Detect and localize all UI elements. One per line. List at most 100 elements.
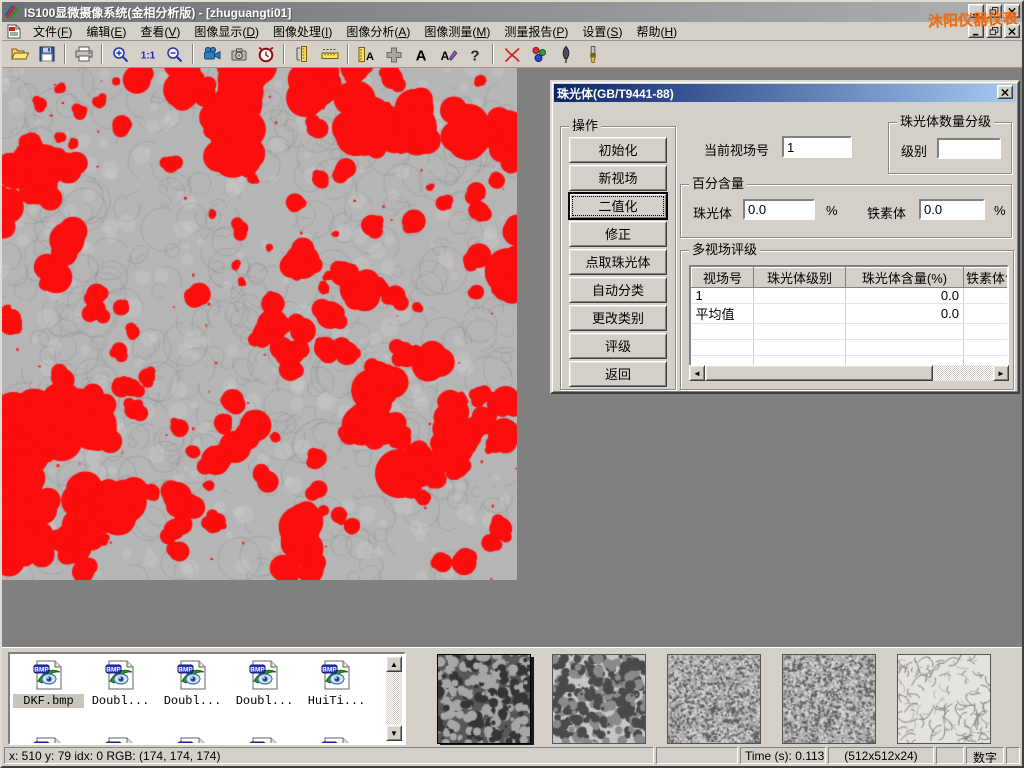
op-button-3[interactable]: 二值化 bbox=[569, 193, 667, 219]
file-item-2[interactable]: BMPDoubl... bbox=[85, 659, 156, 733]
svg-text:BMP: BMP bbox=[250, 667, 265, 674]
op-button-4[interactable]: 修正 bbox=[569, 221, 667, 247]
binarize-curve-icon[interactable] bbox=[499, 43, 524, 66]
op-button-2[interactable]: 新视场 bbox=[569, 165, 667, 191]
measure-text-icon[interactable]: A bbox=[354, 43, 379, 66]
open-icon[interactable] bbox=[7, 43, 32, 66]
grid-icon[interactable] bbox=[381, 43, 406, 66]
multi-field-table[interactable]: 视场号珠光体级别珠光体含量(%)铁素体含量(%)10.0平均值0.0 bbox=[689, 265, 1009, 368]
menu-item-2[interactable]: 编辑(E) bbox=[79, 22, 133, 41]
cursor-info: x: 510 y: 79 idx: 0 RGB: (174, 174, 174) bbox=[4, 747, 654, 764]
menu-item-9[interactable]: 设置(S) bbox=[575, 22, 629, 41]
table-cell: 平均值 bbox=[692, 304, 754, 324]
menu-item-10[interactable]: 帮助(H) bbox=[629, 22, 684, 41]
scroll-up-icon[interactable]: ▲ bbox=[386, 656, 402, 672]
ferrite-label: 铁素体 bbox=[867, 203, 906, 222]
mdi-minimize-button[interactable] bbox=[968, 24, 984, 38]
table-row[interactable]: 10.0 bbox=[692, 288, 1010, 304]
thumbnail-3[interactable] bbox=[667, 654, 761, 744]
file-vscrollbar[interactable]: ▲ ▼ bbox=[386, 656, 402, 741]
print-icon[interactable] bbox=[71, 43, 96, 66]
file-item-partial[interactable]: BMP bbox=[229, 736, 300, 745]
table-row[interactable]: 平均值0.0 bbox=[692, 304, 1010, 324]
toolbar-separator bbox=[64, 44, 66, 64]
close-button[interactable] bbox=[1004, 4, 1020, 18]
camera-icon[interactable] bbox=[226, 43, 251, 66]
thumbnail-2[interactable] bbox=[552, 654, 646, 744]
col-header-2[interactable]: 珠光体级别 bbox=[754, 268, 846, 288]
file-item-partial[interactable]: BMP bbox=[157, 736, 228, 745]
mdi-restore-button[interactable] bbox=[986, 24, 1002, 38]
restore-button[interactable] bbox=[986, 4, 1002, 18]
file-item-partial[interactable]: BMP bbox=[301, 736, 372, 745]
file-item-3[interactable]: BMPDoubl... bbox=[157, 659, 228, 733]
pearlite-dialog: 珠光体(GB/T9441-88) 操作 初始化新视场二值化修正点取珠光体自动分类… bbox=[550, 80, 1020, 394]
thumbnail-5[interactable] bbox=[897, 654, 991, 744]
brush-icon[interactable] bbox=[580, 43, 605, 66]
thumbnail-1[interactable] bbox=[437, 654, 531, 744]
op-button-6[interactable]: 自动分类 bbox=[569, 277, 667, 303]
thumbnail-4[interactable] bbox=[782, 654, 876, 744]
col-header-1[interactable]: 视场号 bbox=[692, 268, 754, 288]
col-header-4[interactable]: 铁素体含量(%) bbox=[964, 268, 1010, 288]
scroll-left-icon[interactable]: ◄ bbox=[689, 365, 705, 381]
menu-item-4[interactable]: 图像显示(D) bbox=[187, 22, 266, 41]
pearlite-percent-input[interactable] bbox=[743, 199, 815, 220]
table-cell bbox=[692, 324, 754, 340]
dialog-title-bar[interactable]: 珠光体(GB/T9441-88) bbox=[554, 84, 1016, 102]
metallograph-image[interactable] bbox=[2, 68, 517, 580]
op-button-5[interactable]: 点取珠光体 bbox=[569, 249, 667, 275]
zoom-out-icon[interactable] bbox=[162, 43, 187, 66]
menu-item-1[interactable]: 文件(F) bbox=[26, 22, 79, 41]
file-item-partial[interactable]: BMP bbox=[85, 736, 156, 745]
menu-item-8[interactable]: 测量报告(P) bbox=[497, 22, 575, 41]
table-row[interactable] bbox=[692, 340, 1010, 356]
file-name: HuiTi... bbox=[301, 694, 372, 708]
op-button-1[interactable]: 初始化 bbox=[569, 137, 667, 163]
dialog-close-button[interactable] bbox=[997, 85, 1013, 99]
actual-size-icon[interactable]: 1:1 bbox=[135, 43, 160, 66]
current-field-input[interactable] bbox=[782, 136, 852, 158]
table-cell bbox=[754, 288, 846, 304]
file-item-4[interactable]: BMPDoubl... bbox=[229, 659, 300, 733]
scroll-down-icon[interactable]: ▼ bbox=[386, 725, 402, 741]
video-camera-icon[interactable] bbox=[199, 43, 224, 66]
table-cell: 1 bbox=[692, 288, 754, 304]
help-icon[interactable]: ? bbox=[462, 43, 487, 66]
op-button-7[interactable]: 更改类别 bbox=[569, 305, 667, 331]
minimize-button[interactable] bbox=[968, 4, 984, 18]
menu-item-6[interactable]: 图像分析(A) bbox=[339, 22, 417, 41]
dialog-title: 珠光体(GB/T9441-88) bbox=[557, 85, 674, 102]
scrollbar-thumb[interactable] bbox=[705, 365, 933, 381]
scroll-right-icon[interactable]: ► bbox=[993, 365, 1009, 381]
timer-icon[interactable] bbox=[253, 43, 278, 66]
annotate-icon[interactable]: A bbox=[435, 43, 460, 66]
table-row[interactable] bbox=[692, 324, 1010, 340]
table-cell bbox=[964, 304, 1010, 324]
mdi-close-button[interactable] bbox=[1004, 24, 1020, 38]
pen-icon[interactable] bbox=[553, 43, 578, 66]
svg-text:BMP: BMP bbox=[322, 667, 337, 674]
menu-item-5[interactable]: 图像处理(I) bbox=[266, 22, 339, 41]
file-item-5[interactable]: BMP HuiTi... bbox=[301, 659, 372, 733]
operations-legend: 操作 bbox=[569, 119, 601, 133]
menu-item-3[interactable]: 查看(V) bbox=[133, 22, 187, 41]
grade-input[interactable] bbox=[937, 138, 1001, 159]
table-cell bbox=[964, 340, 1010, 356]
ruler-icon[interactable] bbox=[317, 43, 342, 66]
pearlite-label: 珠光体 bbox=[693, 203, 732, 222]
save-icon[interactable] bbox=[34, 43, 59, 66]
ferrite-percent-input[interactable] bbox=[919, 199, 985, 220]
status-bar: x: 510 y: 79 idx: 0 RGB: (174, 174, 174)… bbox=[2, 745, 1022, 766]
caliper-icon[interactable] bbox=[290, 43, 315, 66]
file-item-1[interactable]: BMPDKF.bmp bbox=[13, 659, 84, 733]
menu-item-7[interactable]: 图像测量(M) bbox=[417, 22, 497, 41]
text-icon[interactable]: A bbox=[408, 43, 433, 66]
table-hscrollbar[interactable]: ◄ ► bbox=[689, 365, 1009, 381]
color-balls-icon[interactable] bbox=[526, 43, 551, 66]
op-button-9[interactable]: 返回 bbox=[569, 361, 667, 387]
zoom-in-icon[interactable] bbox=[108, 43, 133, 66]
file-item-partial[interactable]: BMP bbox=[13, 736, 84, 745]
op-button-8[interactable]: 评级 bbox=[569, 333, 667, 359]
col-header-3[interactable]: 珠光体含量(%) bbox=[846, 268, 964, 288]
